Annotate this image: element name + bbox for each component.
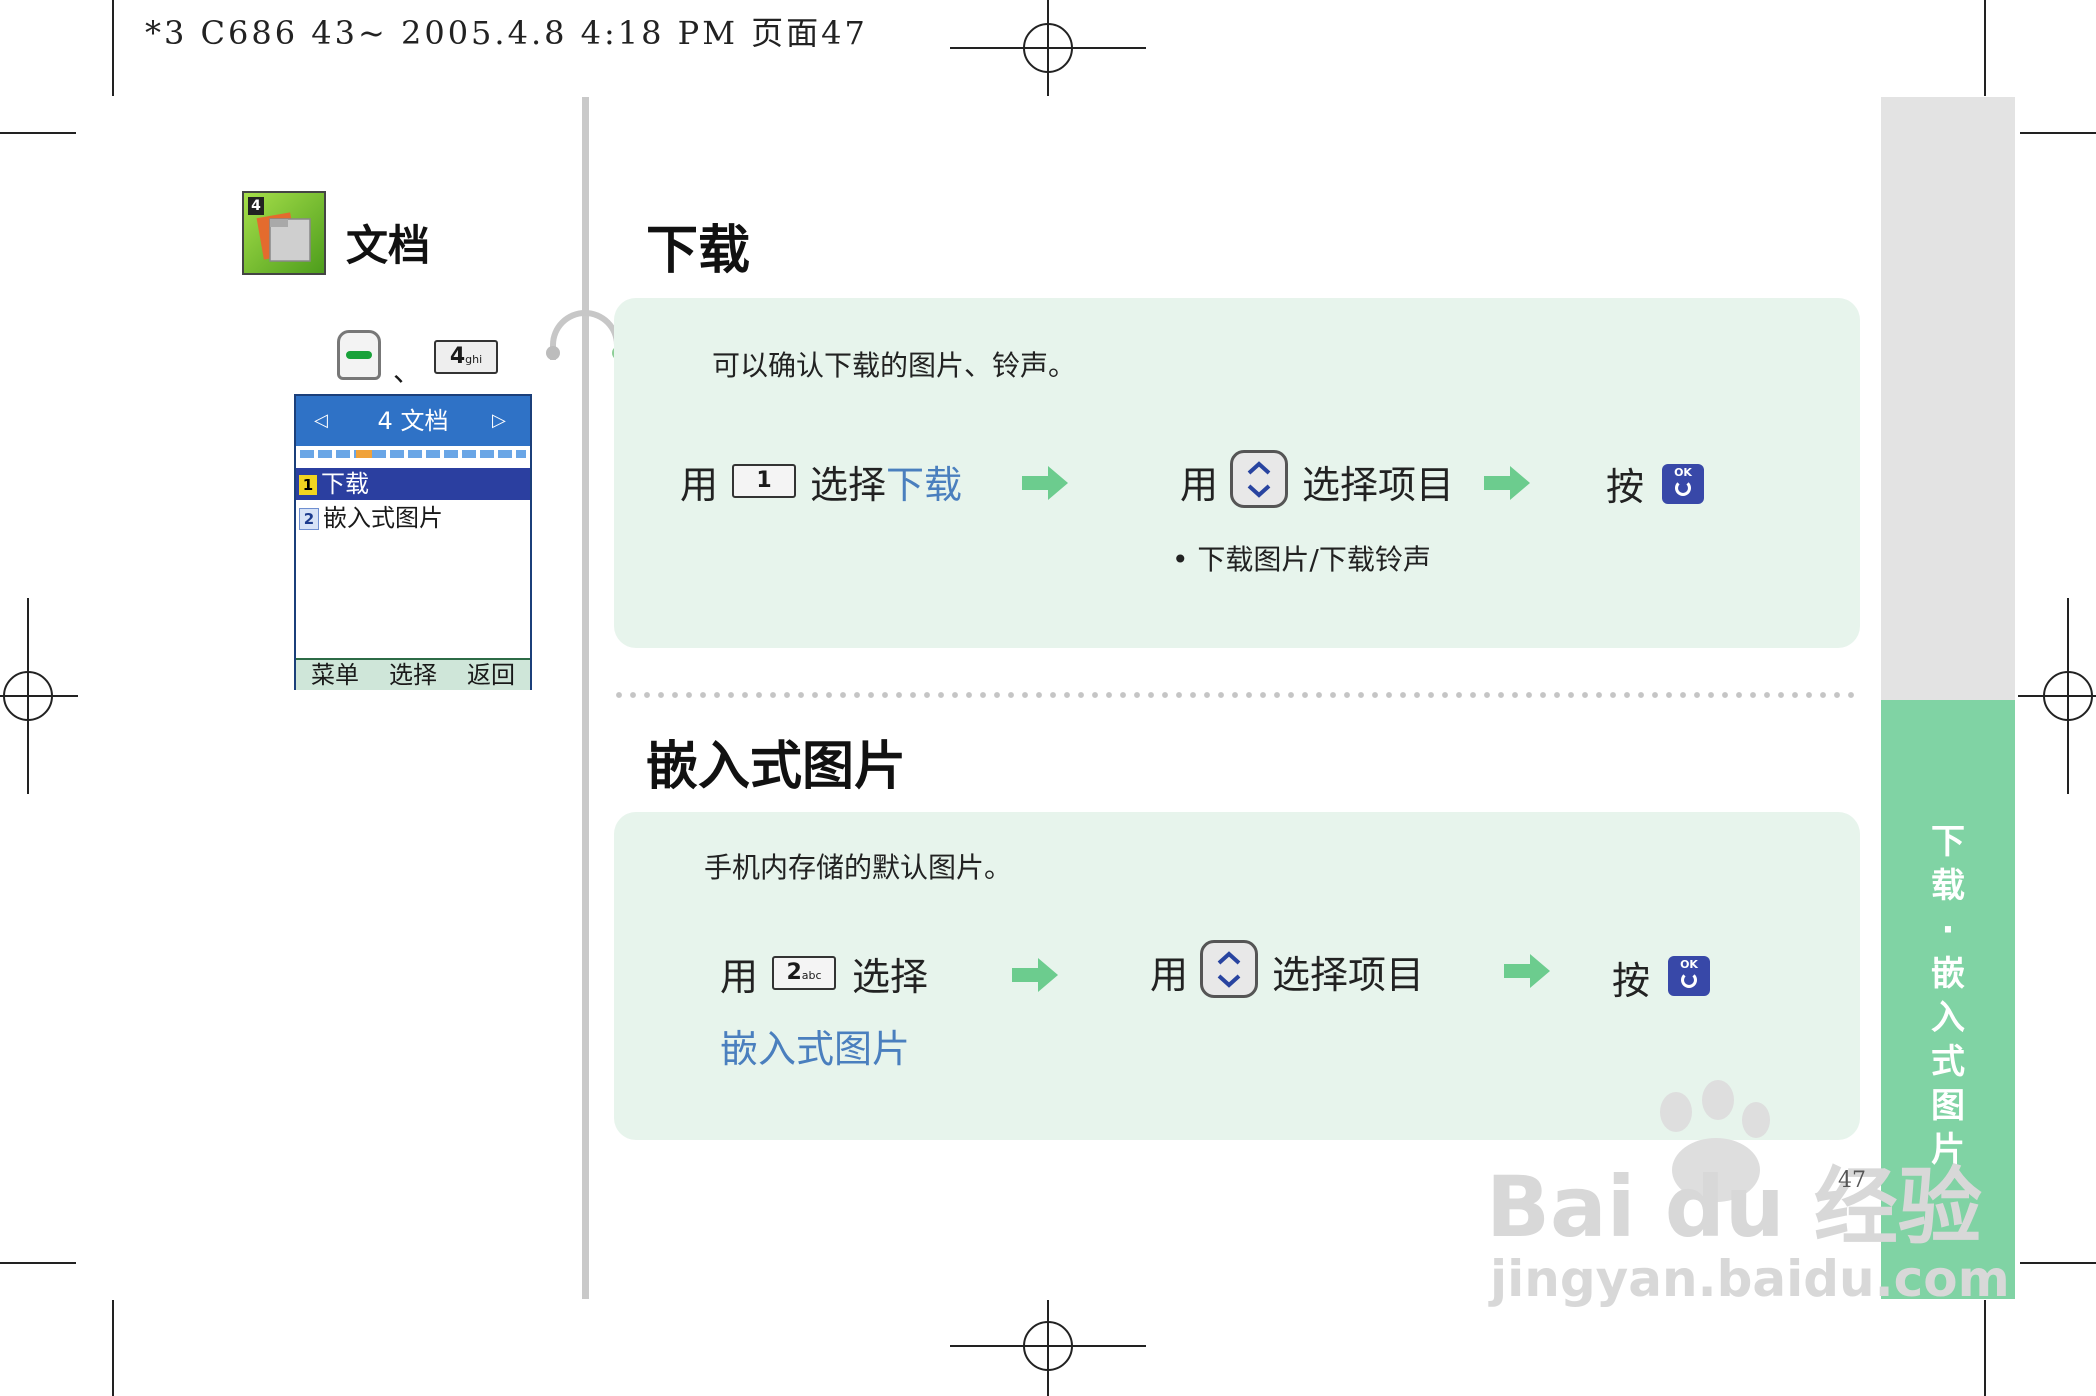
download-step1-prefix: 用 xyxy=(680,463,719,507)
chevron-left-icon: ◁ xyxy=(314,410,328,431)
download-section-title: 下载 xyxy=(646,221,751,281)
menu-number-badge: 4 xyxy=(248,197,264,215)
download-step1-action: 选择下载 xyxy=(810,463,963,507)
embedded-step2-action: 选择项目 xyxy=(1272,953,1425,997)
navigation-key-icon xyxy=(1230,450,1288,508)
side-tab-title: 下 载 · 嵌 入 式 图 片 xyxy=(1931,822,1965,1170)
registration-mark-left xyxy=(0,598,78,794)
embedded-step3-prefix: 按 xyxy=(1612,959,1651,1003)
download-target-link[interactable]: 下载 xyxy=(886,463,962,507)
registration-mark-top xyxy=(950,0,1146,96)
embedded-step1-action: 选择 xyxy=(852,955,929,999)
crop-mark xyxy=(112,1300,114,1396)
section-title-documents: 文档 xyxy=(346,221,431,270)
phone-menu-item-label: 下载 xyxy=(321,470,369,498)
embedded-step1-prefix: 用 xyxy=(720,955,759,999)
phone-screen: 4 文档 ◁ ▷ 1 下载 2 嵌入式图片 菜单 选择 返回 xyxy=(294,394,532,690)
embedded-step2-prefix: 用 xyxy=(1150,953,1189,997)
download-step2-action: 选择项目 xyxy=(1302,463,1455,507)
crop-mark xyxy=(2020,132,2096,134)
left-soft-key-icon xyxy=(337,330,381,380)
column-divider xyxy=(582,97,589,1299)
phone-menu-item-download[interactable]: 1 下载 xyxy=(296,468,530,500)
download-note: • 下载图片/下载铃声 xyxy=(1172,543,1431,576)
softkey-menu[interactable]: 菜单 xyxy=(311,660,359,690)
download-step3-prefix: 按 xyxy=(1606,465,1645,509)
hook-dot-left xyxy=(546,346,560,360)
embedded-target-link[interactable]: 嵌入式图片 xyxy=(720,1018,910,1073)
crop-mark xyxy=(112,0,114,96)
right-arrow-icon xyxy=(1012,958,1058,992)
separator-mark: 、 xyxy=(393,355,422,388)
key-4-icon: 4ghi xyxy=(434,340,498,374)
crop-mark xyxy=(1984,1300,1986,1396)
ok-key-icon: OK xyxy=(1662,464,1704,504)
ok-key-icon: OK xyxy=(1668,956,1710,996)
side-tab-gray xyxy=(1881,97,2015,700)
phone-page-indicator-active xyxy=(356,450,372,458)
watermark-url: jingyan.baidu.com xyxy=(1490,1250,2010,1308)
phone-title: 4 文档 xyxy=(377,407,449,435)
embedded-section-title: 嵌入式图片 xyxy=(646,737,907,797)
right-arrow-icon xyxy=(1484,466,1530,500)
softkey-back[interactable]: 返回 xyxy=(467,660,515,690)
phone-menu-item-label: 嵌入式图片 xyxy=(323,504,443,532)
crop-mark xyxy=(1984,0,1986,96)
chevron-right-icon: ▷ xyxy=(492,410,506,431)
binder-hook-decoration xyxy=(550,310,620,360)
item-number-badge: 2 xyxy=(299,508,319,530)
print-header: *3 C686 43~ 2005.4.8 4:18 PM 页面47 xyxy=(145,14,868,52)
key-2-icon: 2abc xyxy=(772,956,836,990)
right-arrow-icon xyxy=(1504,954,1550,988)
crop-mark xyxy=(0,132,76,134)
download-step2-prefix: 用 xyxy=(1180,463,1219,507)
right-arrow-icon xyxy=(1022,466,1068,500)
key-1-icon: 1 xyxy=(732,464,796,498)
crop-mark xyxy=(0,1262,76,1264)
phone-page-indicator xyxy=(300,450,526,458)
download-description: 可以确认下载的图片、铃声。 xyxy=(712,349,1077,382)
softkey-select[interactable]: 选择 xyxy=(389,660,437,690)
page-number: 47 xyxy=(1838,1168,1866,1193)
embedded-description: 手机内存储的默认图片。 xyxy=(704,851,1013,884)
phone-softkey-bar: 菜单 选择 返回 xyxy=(296,658,530,690)
watermark-brand: Bai du 经验 xyxy=(1486,1158,1982,1256)
navigation-key-icon xyxy=(1200,940,1258,998)
registration-mark-bottom xyxy=(950,1300,1146,1396)
registration-mark-right xyxy=(2018,598,2096,794)
item-number-badge: 1 xyxy=(299,475,317,495)
crop-mark xyxy=(2020,1262,2096,1264)
phone-menu-item-embedded-images[interactable]: 2 嵌入式图片 xyxy=(296,502,530,534)
dotted-separator xyxy=(612,692,1862,698)
